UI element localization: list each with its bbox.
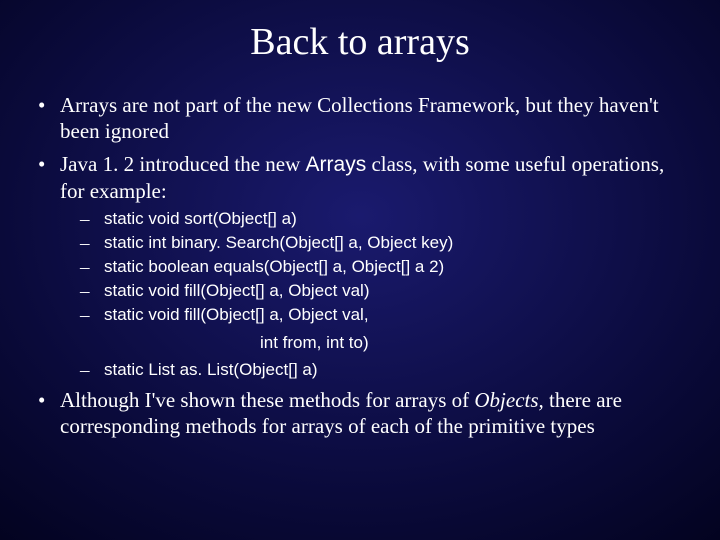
sub-3: static boolean equals(Object[] a, Object… [60, 256, 688, 278]
sub-5-continuation: int from, int to) [60, 332, 688, 354]
bullet-1: Arrays are not part of the new Collectio… [32, 92, 688, 145]
bullet-3-pre: Although I've shown these methods for ar… [60, 388, 474, 412]
sub-1: static void sort(Object[] a) [60, 208, 688, 230]
sub-5-text: static void fill(Object[] a, Object val, [104, 305, 369, 324]
slide: Back to arrays Arrays are not part of th… [0, 0, 720, 540]
sub-2-text: static int binary. Search(Object[] a, Ob… [104, 233, 453, 252]
sub-bullet-list: static void sort(Object[] a) static int … [60, 208, 688, 326]
sub-3-text: static boolean equals(Object[] a, Object… [104, 257, 444, 276]
sub-4-text: static void fill(Object[] a, Object val) [104, 281, 369, 300]
sub-6: static List as. List(Object[] a) [60, 359, 688, 381]
sub-1-text: static void sort(Object[] a) [104, 209, 297, 228]
bullet-2-pre: Java 1. 2 introduced the new [60, 152, 306, 176]
slide-title: Back to arrays [32, 20, 688, 64]
sub-2: static int binary. Search(Object[] a, Ob… [60, 232, 688, 254]
top-bullet-list: Arrays are not part of the new Collectio… [32, 92, 688, 439]
sub-bullet-list-2: static List as. List(Object[] a) [60, 359, 688, 381]
bullet-2: Java 1. 2 introduced the new Arrays clas… [32, 151, 688, 381]
bullet-1-text: Arrays are not part of the new Collectio… [60, 93, 659, 143]
sub-4: static void fill(Object[] a, Object val) [60, 280, 688, 302]
bullet-3: Although I've shown these methods for ar… [32, 387, 688, 440]
sub-6-text: static List as. List(Object[] a) [104, 360, 318, 379]
sub-5: static void fill(Object[] a, Object val, [60, 304, 688, 326]
bullet-2-code: Arrays [306, 153, 367, 176]
bullet-3-italic: Objects, [474, 388, 543, 412]
